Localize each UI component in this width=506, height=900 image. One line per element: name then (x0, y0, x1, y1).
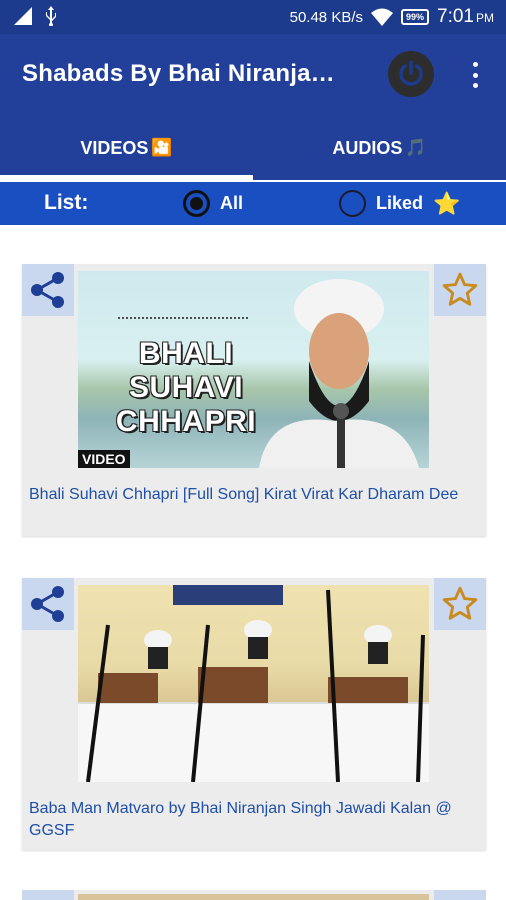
share-button[interactable] (22, 578, 74, 630)
radio-all-label: All (220, 193, 244, 213)
tab-bar: VIDEOS 🎦 AUDIOS 🎵 (0, 116, 506, 180)
favorite-button[interactable] (434, 264, 486, 316)
tab-audios[interactable]: AUDIOS 🎵 (253, 116, 506, 180)
video-title[interactable]: Bhali Suhavi Chhapri [Full Song] Kirat V… (29, 484, 476, 506)
singer-figure (259, 279, 419, 468)
share-button[interactable] (22, 890, 74, 900)
star-icon: ⭐ (433, 190, 461, 216)
star-outline-icon (442, 272, 478, 306)
more-vert-icon[interactable] (462, 59, 488, 91)
app-bar: Shabads By Bhai Niranja… (0, 34, 506, 116)
app-title: Shabads By Bhai Niranja… (22, 60, 335, 87)
share-button[interactable] (22, 264, 74, 316)
radio-all[interactable]: All (183, 190, 243, 217)
favorite-button[interactable] (434, 890, 486, 900)
music-note-icon: 🎵 (405, 138, 427, 157)
radio-unselected-icon (339, 190, 366, 217)
tab-audios-label: AUDIOS (332, 137, 403, 158)
video-thumbnail[interactable] (78, 894, 429, 900)
signal-icon (14, 7, 32, 25)
video-tag: VIDEO (78, 450, 130, 468)
network-speed: 50.48 KB/s (289, 8, 363, 26)
radio-liked-label: Liked (376, 193, 424, 213)
power-icon (399, 60, 423, 86)
video-card[interactable]: Baba Man Matvaro by Bhai Niranjan Singh … (22, 578, 486, 850)
list-filter-bar: List: All Liked ⭐ (0, 182, 506, 225)
power-button[interactable] (388, 51, 434, 97)
status-bar: 50.48 KB/s 99% 7:01 PM (0, 0, 506, 34)
video-card[interactable] (22, 890, 486, 900)
list-label: List: (44, 191, 89, 214)
wifi-icon (371, 8, 393, 26)
video-thumbnail[interactable]: BHALI SUHAVI CHHAPRI VIDEO (78, 271, 429, 468)
radio-selected-icon (183, 190, 210, 217)
share-icon (31, 586, 64, 622)
video-title[interactable]: Baba Man Matvaro by Bhai Niranjan Singh … (29, 798, 476, 842)
ornament-divider (118, 317, 248, 327)
movie-camera-icon: 🎦 (151, 138, 173, 157)
clock: 7:01 PM (437, 6, 494, 27)
battery-indicator: 99% (401, 9, 430, 25)
video-thumbnail[interactable] (78, 585, 429, 782)
tab-videos[interactable]: VIDEOS 🎦 (0, 116, 253, 180)
share-icon (31, 272, 64, 308)
tab-videos-label: VIDEOS (80, 137, 149, 158)
kirtan-scene (78, 585, 429, 782)
star-outline-icon (442, 586, 478, 620)
usb-icon (46, 6, 56, 26)
radio-liked[interactable]: Liked ⭐ (339, 190, 460, 217)
favorite-button[interactable] (434, 578, 486, 630)
video-card[interactable]: BHALI SUHAVI CHHAPRI VIDEO Bhali Suhavi … (22, 264, 486, 536)
